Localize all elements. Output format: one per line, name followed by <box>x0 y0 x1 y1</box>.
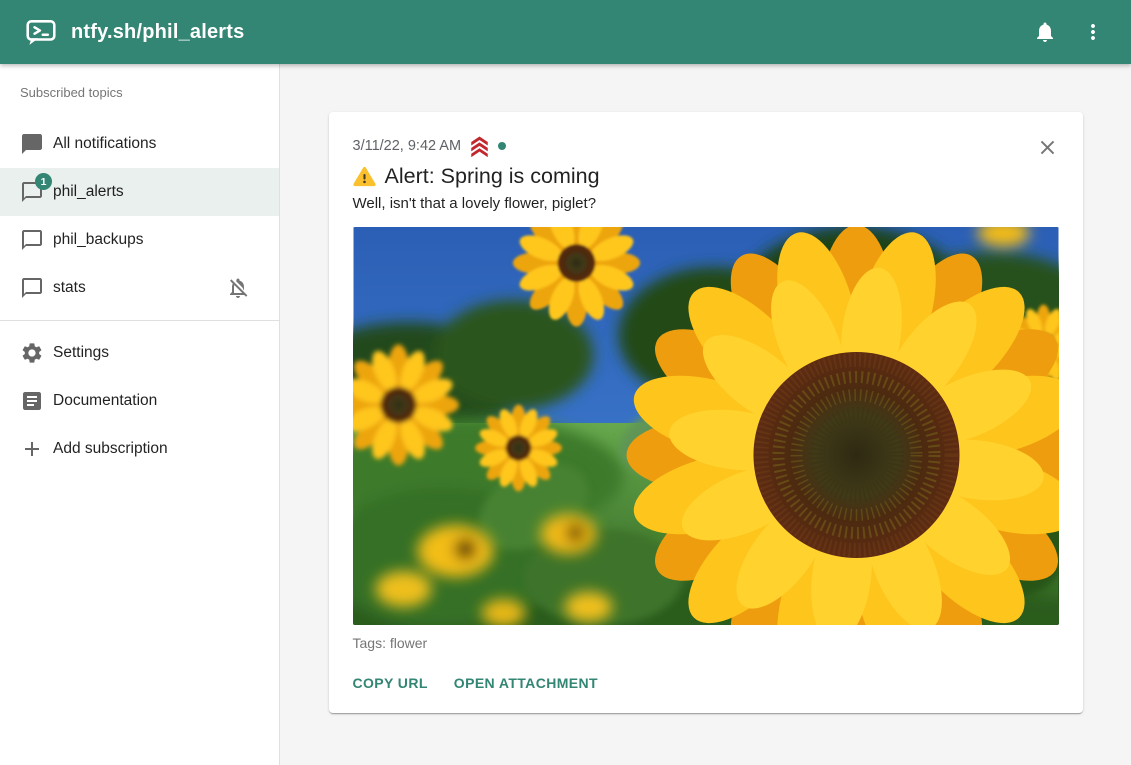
plus-icon <box>20 437 44 461</box>
sidebar-item-label: All notifications <box>53 135 156 153</box>
notifications-muted-icon <box>226 276 250 300</box>
sidebar: Subscribed topics All notifications 1 ph… <box>0 64 280 765</box>
gear-icon <box>20 341 44 365</box>
sidebar-item-phil-alerts[interactable]: 1 phil_alerts <box>0 168 279 216</box>
chat-bubble-outline-icon: 1 <box>20 180 44 204</box>
sidebar-item-settings[interactable]: Settings <box>0 329 279 377</box>
sidebar-item-documentation[interactable]: Documentation <box>0 377 279 425</box>
sidebar-item-label: Add subscription <box>53 440 168 458</box>
copy-url-button[interactable]: COPY URL <box>353 673 428 693</box>
notification-title: Alert: Spring is coming <box>385 164 600 189</box>
sidebar-item-all-notifications[interactable]: All notifications <box>0 120 279 168</box>
open-attachment-button[interactable]: OPEN ATTACHMENT <box>454 673 598 693</box>
notification-feed: 3/11/22, 9:42 AM Alert: Spring is comi <box>280 64 1131 765</box>
notification-body: Well, isn't that a lovely flower, piglet… <box>353 195 1059 212</box>
close-notification-button[interactable] <box>1035 136 1061 162</box>
app-bar: ntfy.sh/phil_alerts <box>0 0 1131 64</box>
overflow-menu-button[interactable] <box>1069 8 1117 56</box>
article-icon <box>20 389 44 413</box>
main-layout: Subscribed topics All notifications 1 ph… <box>0 64 1131 765</box>
notification-title-row: Alert: Spring is coming <box>353 164 1059 189</box>
notification-timestamp: 3/11/22, 9:42 AM <box>353 138 462 154</box>
page-title: ntfy.sh/phil_alerts <box>71 21 244 44</box>
chat-bubble-outline-icon <box>20 228 44 252</box>
kebab-menu-icon <box>1081 20 1105 44</box>
sidebar-item-label: phil_alerts <box>53 183 124 201</box>
notification-tags: Tags: flower <box>353 635 1059 651</box>
notification-card: 3/11/22, 9:42 AM Alert: Spring is comi <box>329 112 1083 713</box>
sidebar-item-phil-backups[interactable]: phil_backups <box>0 216 279 264</box>
unread-count-badge: 1 <box>35 173 52 190</box>
chat-bubble-filled-icon <box>20 132 44 156</box>
ntfy-logo-icon <box>26 17 56 47</box>
sidebar-divider <box>0 320 279 321</box>
notifications-bell-button[interactable] <box>1021 8 1069 56</box>
notification-meta: 3/11/22, 9:42 AM <box>353 135 1059 157</box>
attachment-image[interactable] <box>353 227 1059 625</box>
sidebar-item-label: stats <box>53 279 86 297</box>
sidebar-item-label: Documentation <box>53 392 157 410</box>
unread-dot-icon <box>498 142 506 150</box>
close-icon <box>1036 136 1059 159</box>
sidebar-section-label: Subscribed topics <box>0 64 279 120</box>
warning-emoji-icon <box>353 165 376 188</box>
chat-bubble-outline-icon <box>20 276 44 300</box>
sidebar-item-stats[interactable]: stats <box>0 264 279 312</box>
notification-actions: COPY URL OPEN ATTACHMENT <box>353 673 1059 693</box>
sidebar-item-add-subscription[interactable]: Add subscription <box>0 425 279 473</box>
priority-max-icon <box>469 135 490 157</box>
sunflower-photo <box>353 227 1059 625</box>
bell-icon <box>1033 20 1057 44</box>
sidebar-item-label: Settings <box>53 344 109 362</box>
sidebar-item-label: phil_backups <box>53 231 143 249</box>
